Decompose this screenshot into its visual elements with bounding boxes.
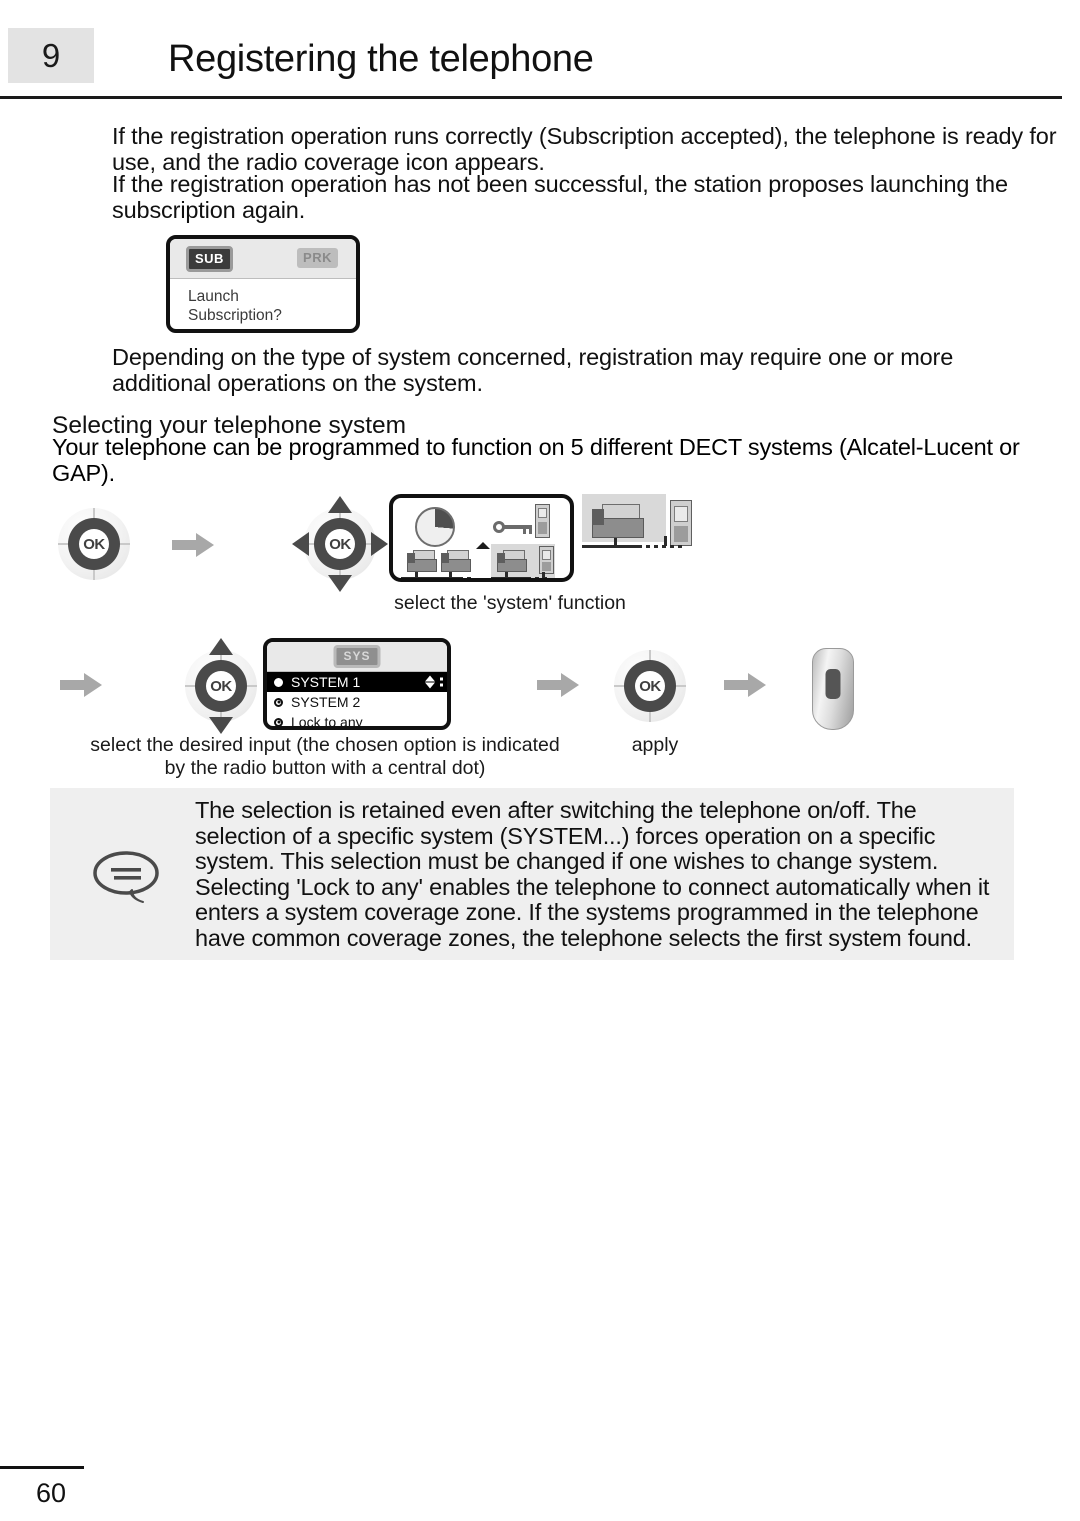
navigator-ok-label[interactable]: OK	[325, 529, 355, 559]
desk-phone-icon	[441, 550, 471, 572]
mobile-screen	[674, 506, 688, 522]
system-mobile-icon	[539, 546, 554, 574]
bus-line	[491, 577, 527, 578]
lcd-status-bar: SYS	[267, 642, 447, 672]
scroll-dot	[440, 677, 443, 681]
flow-arrow-right-icon	[58, 670, 104, 700]
caption-apply: apply	[631, 734, 679, 756]
header-divider	[0, 96, 1062, 99]
flow-arrow-right-icon	[170, 530, 216, 560]
lcd-status-divider	[170, 278, 356, 279]
scroll-arrow-up	[425, 675, 435, 682]
bus-line-dotted	[527, 577, 551, 578]
prk-icon: PRK	[297, 248, 338, 268]
key-shaft	[504, 525, 532, 529]
footer-divider	[0, 1466, 84, 1469]
lcd-screen-launch-subscription: SUB PRK Launch Subscription?	[166, 235, 360, 333]
lcd-status-bar: SUB PRK	[170, 239, 356, 279]
navigator-arrow-right-icon[interactable]	[371, 532, 388, 556]
scrollbar-dots	[440, 677, 443, 687]
page-number: 60	[36, 1478, 67, 1508]
telephone-handset-illustration	[812, 648, 854, 730]
bus-stub	[542, 572, 545, 578]
radio-button-unselected	[274, 697, 283, 707]
navigator-ok-step1[interactable]: OK	[48, 498, 140, 590]
mobile-keypad	[674, 526, 688, 542]
navigator-ok-step3[interactable]: OK	[604, 640, 696, 732]
navigator-arrow-up-icon[interactable]	[328, 496, 352, 513]
lcd-line-1: Launch	[188, 288, 239, 305]
list-item-lock-to-any[interactable]: Lock to any	[267, 712, 447, 730]
navigator-ok-label[interactable]: OK	[79, 529, 109, 559]
lcd-screen-main-menu	[389, 494, 574, 582]
navigator-updown-step2[interactable]: OK	[175, 638, 267, 734]
list-item-system-1[interactable]: SYSTEM 1	[267, 672, 447, 692]
scroll-updown-icon[interactable]	[425, 675, 435, 689]
key-tooth	[523, 528, 526, 534]
navigator-ok-label[interactable]: OK	[206, 671, 236, 701]
flow-arrow-right-icon	[722, 670, 768, 700]
mobile-handset-icon	[535, 504, 550, 538]
paragraph-registration-failure: If the registration operation has not be…	[112, 171, 1008, 223]
phone-handset	[497, 553, 505, 563]
radio-button-selected	[274, 677, 283, 687]
page-title: Registering the telephone	[168, 38, 594, 80]
system-base-icon-large	[592, 504, 644, 538]
handset-screen	[825, 669, 841, 699]
phone-handset	[407, 553, 415, 563]
bus-line	[582, 545, 638, 548]
list-item-system-2[interactable]: SYSTEM 2	[267, 692, 447, 712]
lcd-screen-system-list: SYS SYSTEM 1 SYSTEM 2 Lock to any	[263, 638, 451, 730]
bus-stub	[664, 536, 667, 546]
chapter-number-badge: 9	[8, 28, 94, 83]
mobile-keypad	[542, 562, 551, 571]
mobile-screen	[538, 508, 547, 518]
zoomed-system-icon	[578, 492, 700, 568]
radio-button-unselected	[274, 717, 283, 726]
key-icon	[493, 520, 535, 534]
caption-select-desired-input: select the desired input (the chosen opt…	[90, 734, 560, 779]
scroll-arrow-down	[425, 682, 435, 689]
paragraph-registration-success: If the registration operation runs corre…	[112, 123, 1057, 175]
clock-pie-icon	[415, 507, 455, 547]
navigator-arrow-down-icon[interactable]	[328, 575, 352, 592]
note-text: The selection is retained even after swi…	[195, 797, 990, 951]
navigator-arrow-down-icon[interactable]	[209, 717, 233, 734]
bus-line	[401, 577, 463, 578]
navigator-ok-label[interactable]: OK	[635, 671, 665, 701]
lcd-line-2: Subscription?	[188, 307, 282, 324]
bus-line-dotted	[638, 545, 682, 548]
paragraph-system-type: Depending on the type of system concerne…	[112, 344, 954, 396]
caption-select-system-function: select the 'system' function	[394, 592, 626, 614]
bus-dot	[467, 577, 471, 578]
mobile-screen	[542, 550, 551, 560]
flow-arrow-right-icon	[535, 670, 581, 700]
mobile-keypad	[538, 522, 547, 534]
list-item-label: Lock to any	[291, 714, 363, 730]
list-item-label: SYSTEM 1	[291, 674, 361, 690]
phone-handset	[592, 509, 604, 525]
selection-marker-icon	[476, 542, 490, 549]
phone-handset	[441, 553, 449, 563]
navigator-arrow-left-icon[interactable]	[292, 532, 309, 556]
desk-phone-icon	[407, 550, 437, 572]
sys-icon: SYS	[333, 645, 381, 668]
sub-icon: SUB	[186, 246, 233, 272]
navigator-arrow-up-icon[interactable]	[209, 638, 233, 655]
lcd-text-area: Launch Subscription?	[170, 279, 356, 325]
note-bubble-icon	[88, 848, 164, 904]
key-tooth	[529, 528, 532, 534]
chapter-number: 9	[41, 36, 61, 74]
system-base-icon	[497, 550, 527, 572]
paragraph-dect-systems: Your telephone can be programmed to func…	[52, 434, 1020, 486]
list-item-label: SYSTEM 2	[291, 694, 361, 710]
system-mobile-icon-large	[670, 500, 692, 546]
navigator-4way-step1[interactable]: OK	[292, 496, 388, 592]
scroll-dot	[440, 683, 443, 687]
